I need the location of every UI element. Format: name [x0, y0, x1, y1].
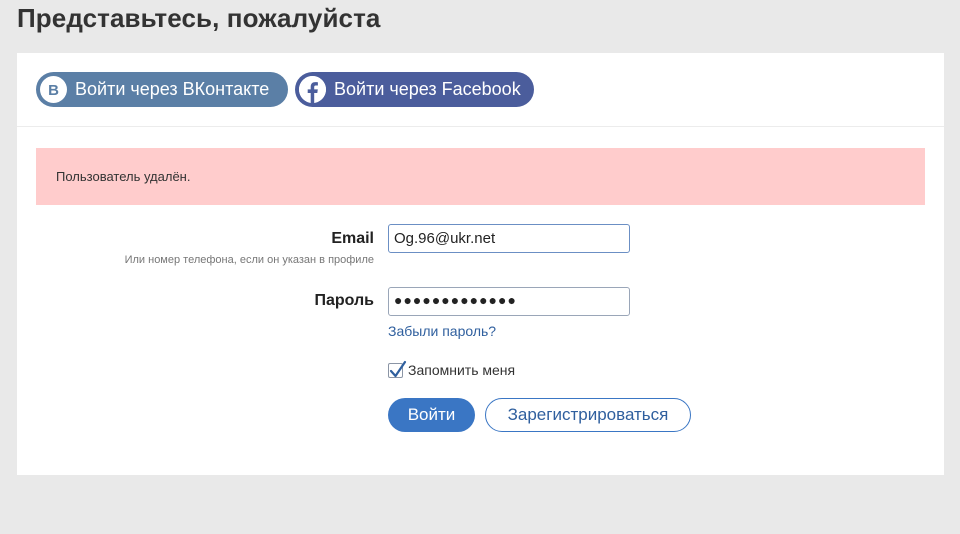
facebook-login-label: Войти через Facebook	[334, 79, 521, 99]
remember-me-toggle[interactable]: Запомнить меня	[388, 360, 516, 378]
register-button[interactable]: Зарегистрироваться	[485, 398, 691, 432]
social-login-row: B Войти через ВКонтакте Войти через Face…	[17, 53, 944, 127]
checkmark-icon	[389, 360, 407, 377]
email-hint: Или номер телефона, если он указан в про…	[124, 254, 374, 266]
svg-text:B: B	[48, 82, 59, 97]
email-label: Email	[331, 230, 374, 247]
password-field[interactable]: ●●●●●●●●●●●●●	[388, 287, 630, 316]
forgot-password-link[interactable]: Забыли пароль?	[388, 323, 496, 339]
facebook-logo-icon	[299, 76, 326, 103]
vk-login-button[interactable]: B Войти через ВКонтакте	[36, 72, 288, 107]
page-title: Представьтесь, пожалуйста	[17, 3, 381, 33]
vk-logo-icon: B	[40, 76, 67, 103]
password-label: Пароль	[314, 292, 374, 309]
error-alert: Пользователь удалён.	[36, 148, 925, 205]
vk-login-label: Войти через ВКонтакте	[75, 79, 270, 99]
facebook-login-button[interactable]: Войти через Facebook	[295, 72, 534, 107]
remember-me-label: Запомнить меня	[408, 362, 516, 378]
error-alert-message: Пользователь удалён.	[56, 169, 191, 184]
password-masked-value: ●●●●●●●●●●●●●	[394, 292, 517, 308]
login-button[interactable]: Войти	[388, 398, 475, 432]
remember-me-checkbox[interactable]	[388, 360, 407, 378]
email-field[interactable]	[388, 224, 630, 253]
login-card: B Войти через ВКонтакте Войти через Face…	[17, 53, 944, 475]
